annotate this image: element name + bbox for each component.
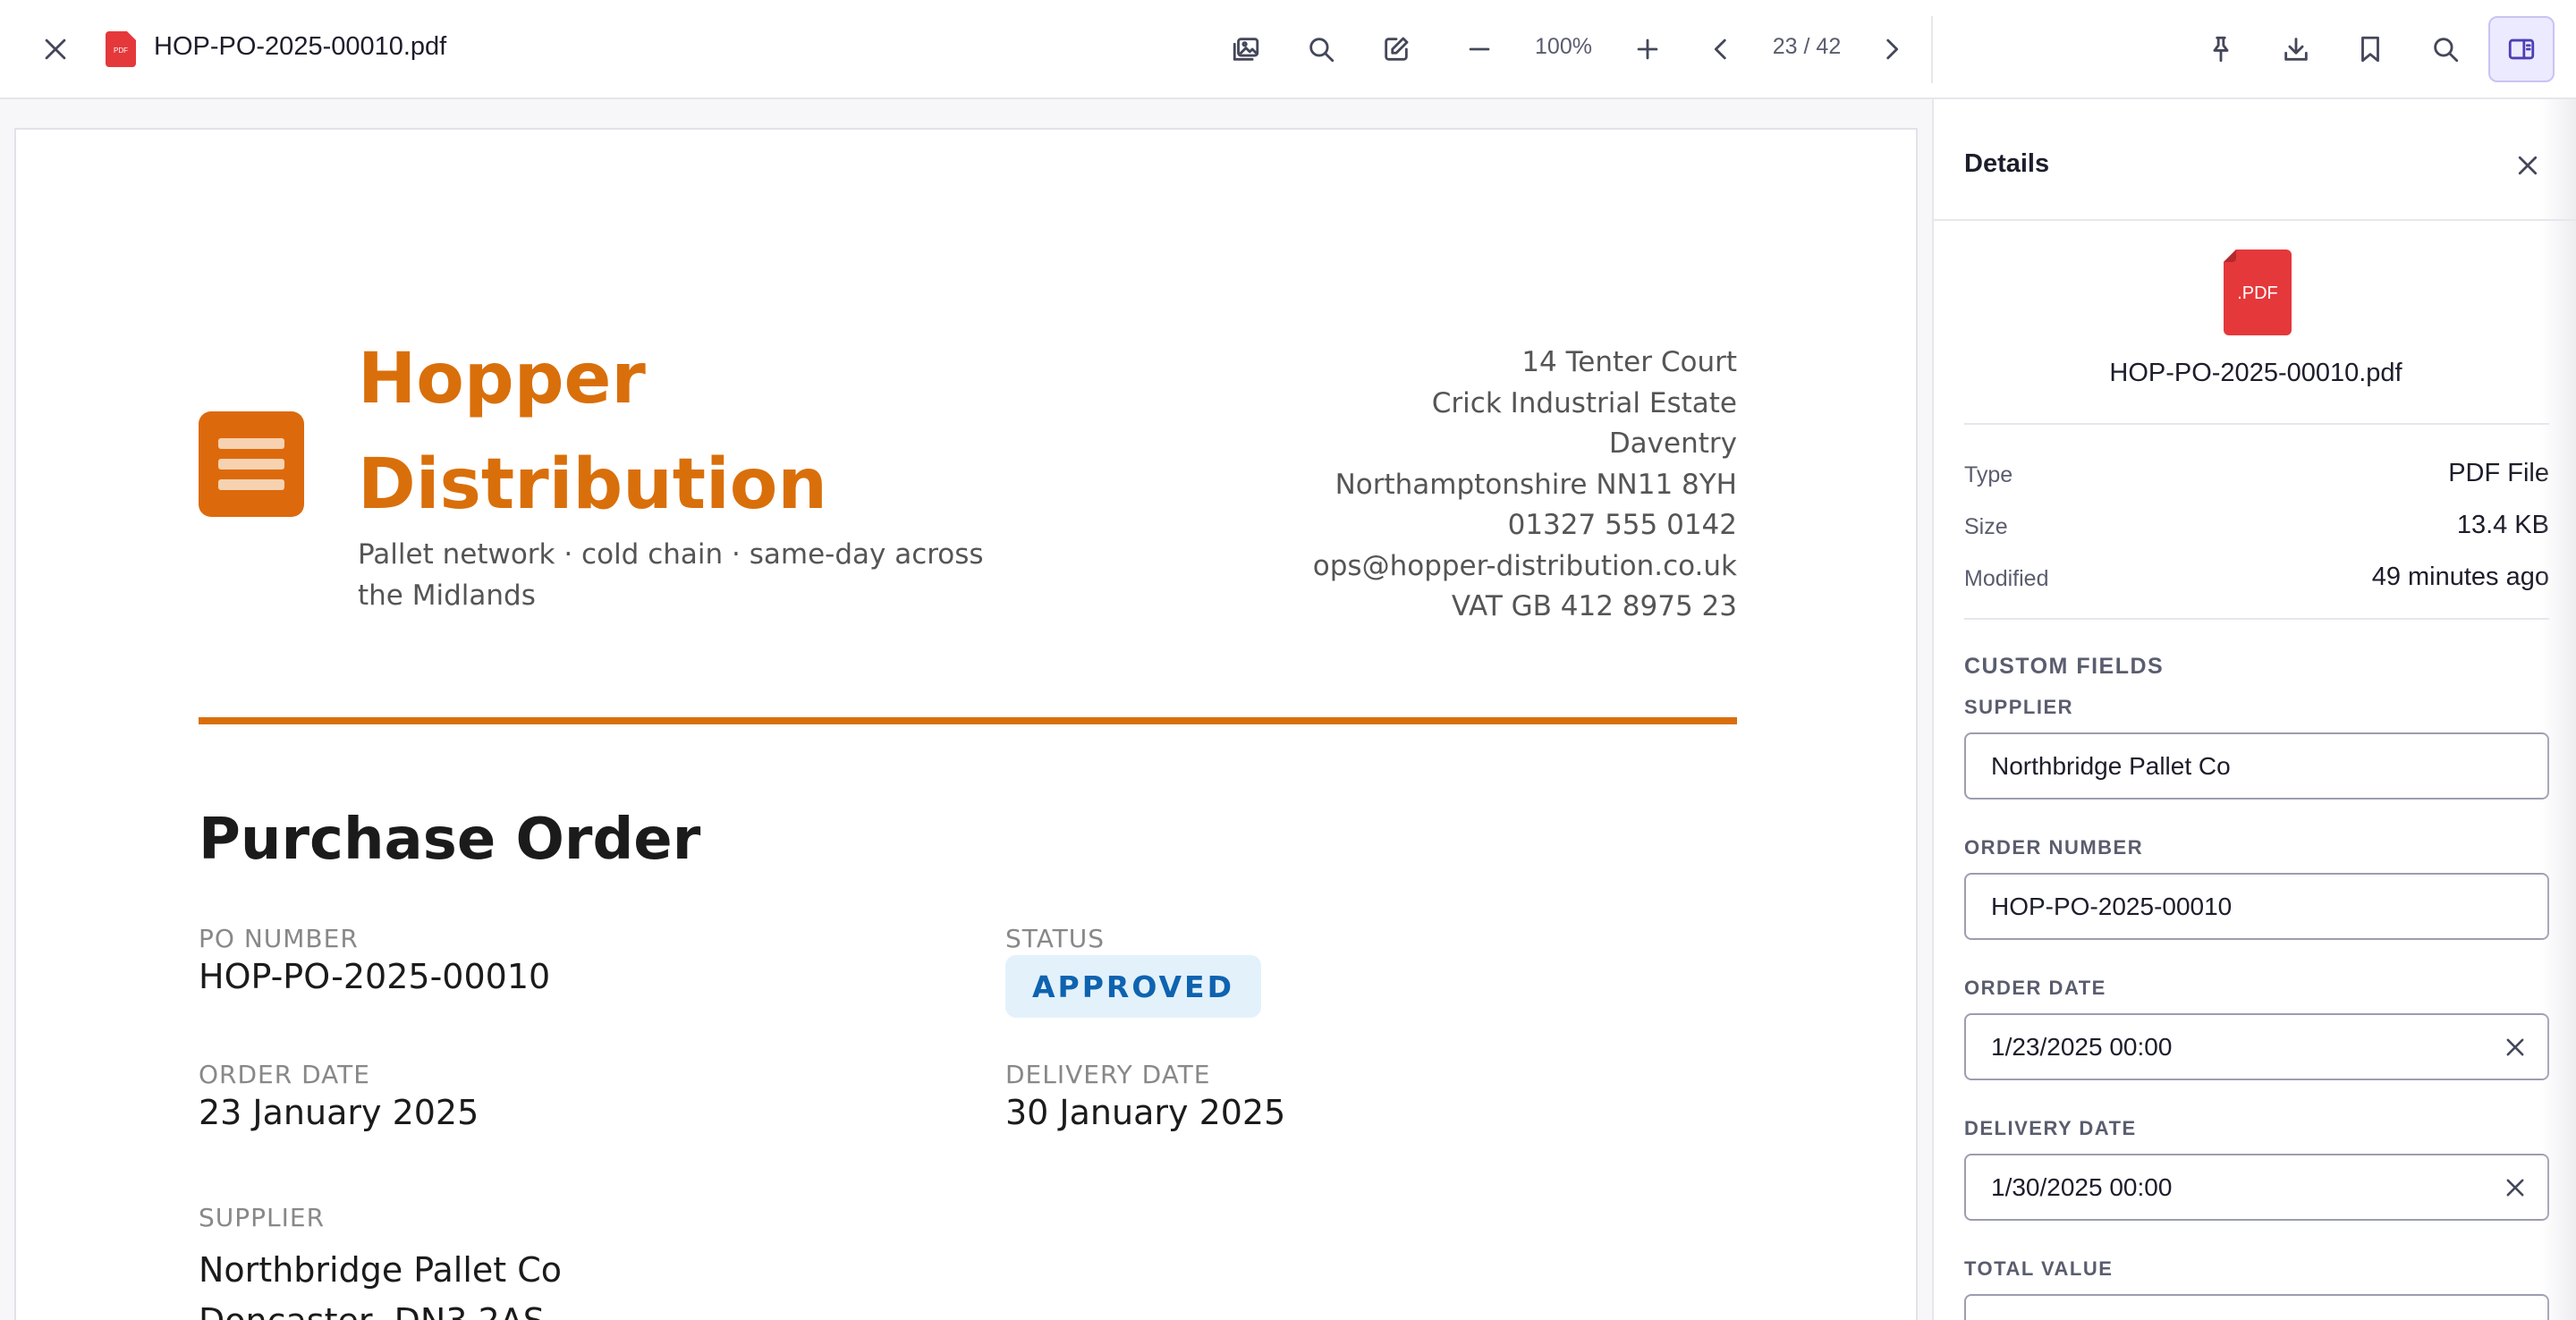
supplier-block: Northbridge Pallet Co Doncaster, DN3 2AS bbox=[199, 1245, 562, 1320]
meta-size-row: Size 13.4 KB bbox=[1964, 509, 2549, 545]
order-date-field[interactable] bbox=[1964, 1013, 2549, 1080]
close-icon bbox=[2506, 1038, 2524, 1056]
meta-size-value: 13.4 KB bbox=[2456, 511, 2549, 539]
file-name: HOP-PO-2025-00010.pdf bbox=[154, 32, 447, 61]
order-date-value: 23 January 2025 bbox=[199, 1093, 479, 1132]
meta-modified-row: Modified 49 minutes ago bbox=[1964, 561, 2549, 597]
status-badge: APPROVED bbox=[1005, 955, 1261, 1018]
toggle-details-panel-button[interactable] bbox=[2488, 16, 2555, 82]
clear-order-date-button[interactable] bbox=[2497, 1029, 2533, 1065]
sidebar-panel-icon bbox=[2508, 38, 2535, 60]
zoom-in-button[interactable] bbox=[1623, 24, 1673, 74]
supplier-address: Doncaster, DN3 2AS bbox=[199, 1296, 562, 1320]
divider bbox=[1934, 219, 2576, 221]
page-indicator[interactable]: 23 / 42 bbox=[1764, 34, 1850, 60]
minus-icon bbox=[1469, 47, 1490, 51]
download-button[interactable] bbox=[2271, 24, 2321, 74]
panel-edge-shadow bbox=[2540, 99, 2576, 1320]
plus-icon bbox=[1637, 38, 1658, 60]
download-icon bbox=[2284, 38, 2308, 61]
delivery-date-field[interactable] bbox=[1964, 1154, 2549, 1221]
supplier-label: SUPPLIER bbox=[199, 1203, 326, 1232]
pdf-file-icon: PDF bbox=[106, 31, 136, 67]
annotate-button[interactable] bbox=[1371, 24, 1421, 74]
clear-delivery-date-button[interactable] bbox=[2497, 1170, 2533, 1206]
delivery-date-value: 30 January 2025 bbox=[1005, 1093, 1286, 1132]
document-title: Purchase Order bbox=[199, 807, 701, 873]
file-badge-text: .PDF bbox=[2237, 283, 2278, 303]
company-address: 14 Tenter Court Crick Industrial Estate … bbox=[1312, 346, 1737, 622]
delivery-date-label: DELIVERY DATE bbox=[1005, 1060, 1211, 1089]
bookmark-button[interactable] bbox=[2345, 24, 2395, 74]
gallery-icon bbox=[1233, 38, 1259, 61]
bookmark-icon bbox=[2361, 36, 2379, 63]
order-number-field[interactable] bbox=[1964, 873, 2549, 940]
search-icon bbox=[1309, 38, 1335, 63]
supplier-name: Northbridge Pallet Co bbox=[199, 1250, 563, 1290]
total-value-field[interactable] bbox=[1964, 1294, 2549, 1320]
next-page-button[interactable] bbox=[1867, 24, 1917, 74]
toolbar-divider bbox=[1931, 16, 1933, 83]
chevron-left-icon bbox=[1714, 38, 1726, 60]
close-icon bbox=[2506, 1179, 2524, 1197]
pdf-page: Hopper Distribution Pallet network · col… bbox=[14, 128, 1918, 1320]
pin-icon bbox=[2213, 36, 2229, 63]
thumbnails-button[interactable] bbox=[1221, 24, 1271, 74]
details-panel: Details .PDF HOP-PO-2025-00010.pdf Type … bbox=[1932, 99, 2576, 1320]
supplier-field[interactable] bbox=[1964, 732, 2549, 800]
zoom-level[interactable]: 100% bbox=[1521, 34, 1606, 60]
custom-fields-heading: CUSTOM FIELDS bbox=[1964, 654, 2165, 679]
status-label: STATUS bbox=[1005, 924, 1106, 953]
close-viewer-button[interactable] bbox=[30, 24, 80, 74]
total-value-field-label: TOTAL VALUE bbox=[1964, 1257, 2114, 1280]
order-date-label: ORDER DATE bbox=[199, 1060, 370, 1089]
meta-type-row: Type PDF File bbox=[1964, 457, 2549, 493]
pin-button[interactable] bbox=[2196, 24, 2246, 74]
company-logo bbox=[199, 411, 304, 517]
panel-title: Details bbox=[1964, 149, 2050, 178]
panel-file-name: HOP-PO-2025-00010.pdf bbox=[2109, 359, 2402, 387]
delivery-date-field-label: DELIVERY DATE bbox=[1964, 1117, 2137, 1139]
edit-icon bbox=[1385, 37, 1409, 61]
chevron-right-icon bbox=[1886, 38, 1899, 60]
close-icon bbox=[45, 38, 66, 60]
order-date-field-label: ORDER DATE bbox=[1964, 977, 2106, 999]
search-icon bbox=[2434, 38, 2459, 63]
po-number-label: PO NUMBER bbox=[199, 924, 359, 953]
meta-size-label: Size bbox=[1964, 514, 2008, 539]
divider bbox=[1964, 618, 2549, 620]
po-number-value: HOP-PO-2025-00010 bbox=[199, 957, 551, 996]
meta-type-label: Type bbox=[1964, 462, 2013, 487]
previous-page-button[interactable] bbox=[1696, 24, 1746, 74]
global-search-button[interactable] bbox=[2420, 24, 2470, 74]
meta-modified-value: 49 minutes ago bbox=[2371, 563, 2549, 591]
zoom-out-button[interactable] bbox=[1454, 24, 1504, 74]
document-viewer[interactable]: Hopper Distribution Pallet network · col… bbox=[0, 99, 1932, 1320]
header-divider bbox=[199, 717, 1737, 724]
divider bbox=[1964, 423, 2549, 425]
pdf-file-icon: .PDF bbox=[2224, 250, 2292, 335]
company-name: Hopper Distribution bbox=[358, 339, 827, 525]
viewer-toolbar: PDF HOP-PO-2025-00010.pdf 100% 23 / 42 bbox=[0, 0, 2576, 99]
file-badge-text: PDF bbox=[114, 47, 128, 55]
company-tagline: Pallet network · cold chain · same-day a… bbox=[358, 538, 984, 612]
search-document-button[interactable] bbox=[1296, 24, 1346, 74]
meta-type-value: PDF File bbox=[2448, 459, 2549, 487]
supplier-field-label: SUPPLIER bbox=[1964, 696, 2074, 718]
close-icon bbox=[2518, 156, 2538, 175]
order-number-field-label: ORDER NUMBER bbox=[1964, 836, 2144, 859]
meta-modified-label: Modified bbox=[1964, 566, 2049, 591]
